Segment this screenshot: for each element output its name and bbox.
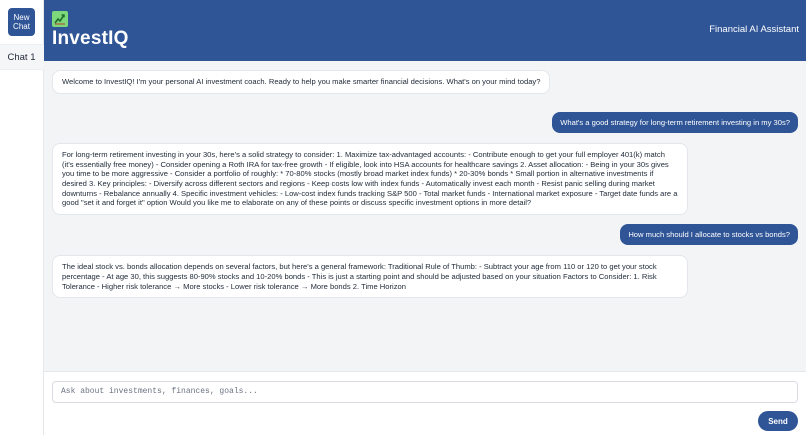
sidebar-item-chat-1[interactable]: Chat 1 [0,44,44,70]
send-button[interactable]: Send [758,411,798,431]
new-chat-button[interactable]: New Chat [8,8,35,36]
chart-trending-up-icon [52,11,68,27]
sidebar: New Chat Chat 1 [0,0,44,435]
composer: Send [44,371,806,435]
assistant-message: Welcome to InvestIQ! I'm your personal A… [52,70,551,94]
user-message: What's a good strategy for long-term ret… [552,111,798,134]
assistant-message: The ideal stock vs. bonds allocation dep… [52,255,688,299]
header-subtitle: Financial AI Assistant [709,24,799,35]
app-root: New Chat Chat 1 InvestIQ Financial AI As… [0,0,806,435]
message-list: Welcome to InvestIQ! I'm your personal A… [44,61,806,371]
chat-input[interactable] [52,380,798,403]
main-panel: InvestIQ Financial AI Assistant Welcome … [44,0,806,435]
app-title: InvestIQ [52,28,129,49]
assistant-message: For long-term retirement investing in yo… [52,143,688,215]
app-header: InvestIQ Financial AI Assistant [44,0,806,61]
user-message: How much should I allocate to stocks vs … [620,223,798,246]
brand: InvestIQ [52,11,129,50]
